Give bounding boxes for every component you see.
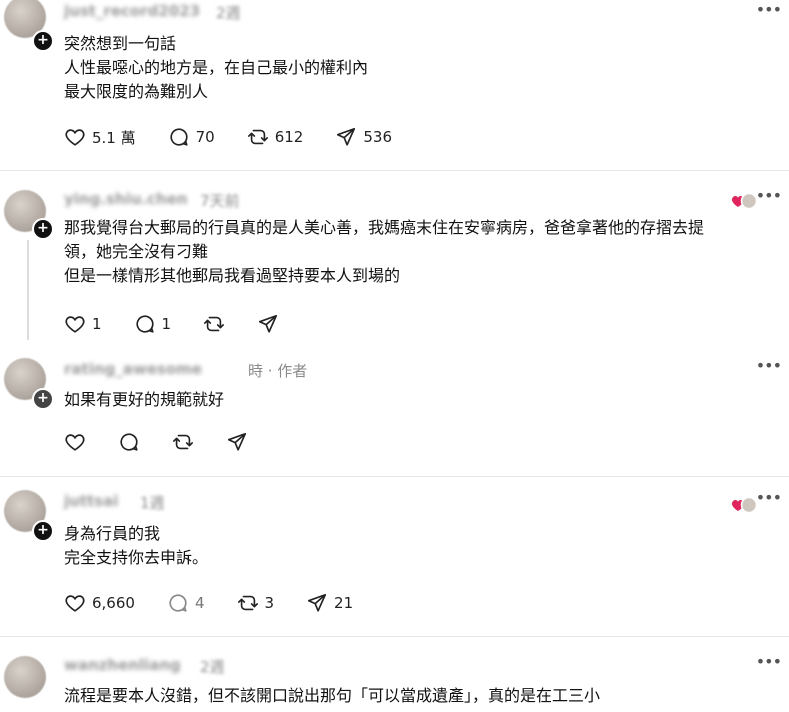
like-button[interactable] — [64, 431, 86, 453]
repost-arrows-icon — [204, 316, 225, 332]
post-line: 突然想到一句話 — [64, 34, 177, 53]
send-paper-plane-icon — [227, 432, 247, 451]
share-button[interactable]: 536 — [335, 126, 392, 148]
repost-arrows-icon — [247, 129, 268, 145]
action-bar — [64, 429, 280, 455]
more-dots-icon[interactable]: ••• — [756, 488, 782, 507]
post-line: 身為行員的我 — [64, 524, 161, 543]
follow-plus-icon[interactable]: + — [32, 388, 54, 410]
post-line: 最大限度的為難別人 — [64, 82, 209, 101]
repost-button[interactable]: 612 — [247, 126, 304, 148]
share-button[interactable] — [226, 431, 248, 453]
post-body: 突然想到一句話 人性最噁心的地方是，在自己最小的權利內 最大限度的為難別人 — [64, 32, 781, 104]
follow-plus-icon[interactable]: + — [32, 218, 54, 240]
post-4: + juttsai 1週 ••• 身為行員的我 完全支持你去申訴。 6,660 … — [0, 476, 789, 637]
reply-button[interactable] — [118, 431, 140, 453]
post-line: 但是一樣情形其他郵局我看過堅持要本人到場的 — [64, 266, 401, 285]
post-line: 領，她完全沒有刁難 — [64, 242, 209, 261]
post-body: 身為行員的我 完全支持你去申訴。 — [64, 522, 781, 570]
share-button[interactable] — [257, 313, 279, 335]
post-body: 那我覺得台大郵局的行員真的是人美心善，我媽癌末住在安寧病房，爸爸拿著他的存摺去提… — [64, 216, 781, 288]
timestamp-author-tag: 時 · 作者 — [248, 362, 308, 380]
more-dots-icon[interactable]: ••• — [756, 652, 782, 671]
post-5: wanzhenliang 2週 ••• 流程是要本人沒錯，但不該開口說出那句「可… — [0, 636, 789, 712]
post-line: 如果有更好的規範就好 — [64, 390, 225, 409]
like-button[interactable]: 5.1 萬 — [64, 126, 136, 148]
username[interactable]: ying.shiu.chen — [64, 190, 188, 208]
more-dots-icon[interactable]: ••• — [756, 186, 782, 205]
username[interactable]: just_record2023 — [64, 2, 200, 20]
heart-outline-icon — [65, 316, 85, 333]
send-paper-plane-icon — [259, 314, 278, 333]
heart-reaction-icon — [732, 192, 757, 210]
timestamp: 7天前 — [200, 192, 240, 210]
thread-line — [27, 240, 29, 340]
follow-plus-icon[interactable]: + — [32, 30, 54, 52]
like-count: 1 — [92, 315, 102, 333]
action-bar: 6,660 4 3 21 — [64, 590, 385, 616]
heart-outline-icon — [65, 595, 85, 612]
send-paper-plane-icon — [337, 127, 356, 146]
reply-button[interactable]: 70 — [168, 126, 215, 148]
more-dots-icon[interactable]: ••• — [756, 0, 782, 19]
timestamp: 1週 — [140, 494, 165, 512]
repost-arrows-icon — [173, 434, 193, 450]
comment-bubble-icon — [135, 315, 154, 333]
comment-bubble-icon — [120, 433, 138, 451]
send-paper-plane-icon — [307, 593, 327, 612]
like-button[interactable]: 1 — [64, 313, 102, 335]
reply-count: 1 — [161, 315, 172, 333]
follow-plus-icon[interactable]: + — [32, 520, 54, 542]
post-1: + just_record2023 2週 ••• 突然想到一句話 人性最噁心的地… — [0, 0, 789, 171]
heart-reaction-icon — [732, 496, 757, 514]
post-3: + rating_awesome 時 · 作者 ••• 如果有更好的規範就好 — [0, 348, 789, 477]
repost-arrows-icon — [237, 595, 258, 611]
repost-count: 612 — [274, 128, 304, 146]
comment-bubble-icon — [169, 594, 187, 612]
like-button[interactable]: 6,660 — [64, 592, 135, 614]
post-body: 流程是要本人沒錯，但不該開口說出那句「可以當成遺產」，真的是在工三小 — [64, 684, 781, 708]
heart-outline-icon — [65, 434, 85, 451]
post-line: 那我覺得台大郵局的行員真的是人美心善，我媽癌末住在安寧病房，爸爸拿著他的存摺去提 — [64, 218, 705, 237]
timestamp: 2週 — [200, 658, 225, 676]
comment-bubble-icon — [170, 128, 188, 146]
reply-count: 70 — [195, 128, 215, 146]
reply-button[interactable]: 1 — [134, 313, 172, 335]
post-line: 完全支持你去申訴。 — [64, 548, 209, 567]
repost-button[interactable] — [172, 431, 194, 453]
avatar[interactable] — [4, 656, 46, 698]
repost-count: 3 — [264, 594, 275, 612]
post-line: 流程是要本人沒錯，但不該開口說出那句「可以當成遺產」，真的是在工三小 — [64, 686, 601, 705]
post-line: 人性最噁心的地方是，在自己最小的權利內 — [64, 58, 369, 77]
share-count: 21 — [334, 594, 354, 612]
like-count: 6,660 — [92, 594, 135, 612]
username[interactable]: juttsai — [64, 492, 118, 510]
action-bar: 5.1 萬 70 612 536 — [64, 124, 424, 150]
like-count: 5.1 萬 — [92, 128, 136, 147]
repost-button[interactable]: 3 — [237, 592, 275, 614]
heart-outline-icon — [65, 129, 85, 146]
more-dots-icon[interactable]: ••• — [756, 356, 782, 375]
repost-button[interactable] — [203, 313, 225, 335]
action-bar: 1 1 — [64, 311, 311, 337]
timestamp: 2週 — [216, 4, 241, 22]
username[interactable]: rating_awesome — [64, 360, 202, 378]
reply-button[interactable]: 4 — [167, 592, 205, 614]
username[interactable]: wanzhenliang — [64, 656, 181, 674]
post-body: 如果有更好的規範就好 — [64, 388, 781, 412]
post-2: + ying.shiu.chen 7天前 ••• 那我覺得台大郵局的行員真的是人… — [0, 170, 789, 348]
share-button[interactable]: 21 — [306, 592, 353, 614]
reply-count: 4 — [194, 594, 205, 612]
share-count: 536 — [363, 128, 392, 146]
